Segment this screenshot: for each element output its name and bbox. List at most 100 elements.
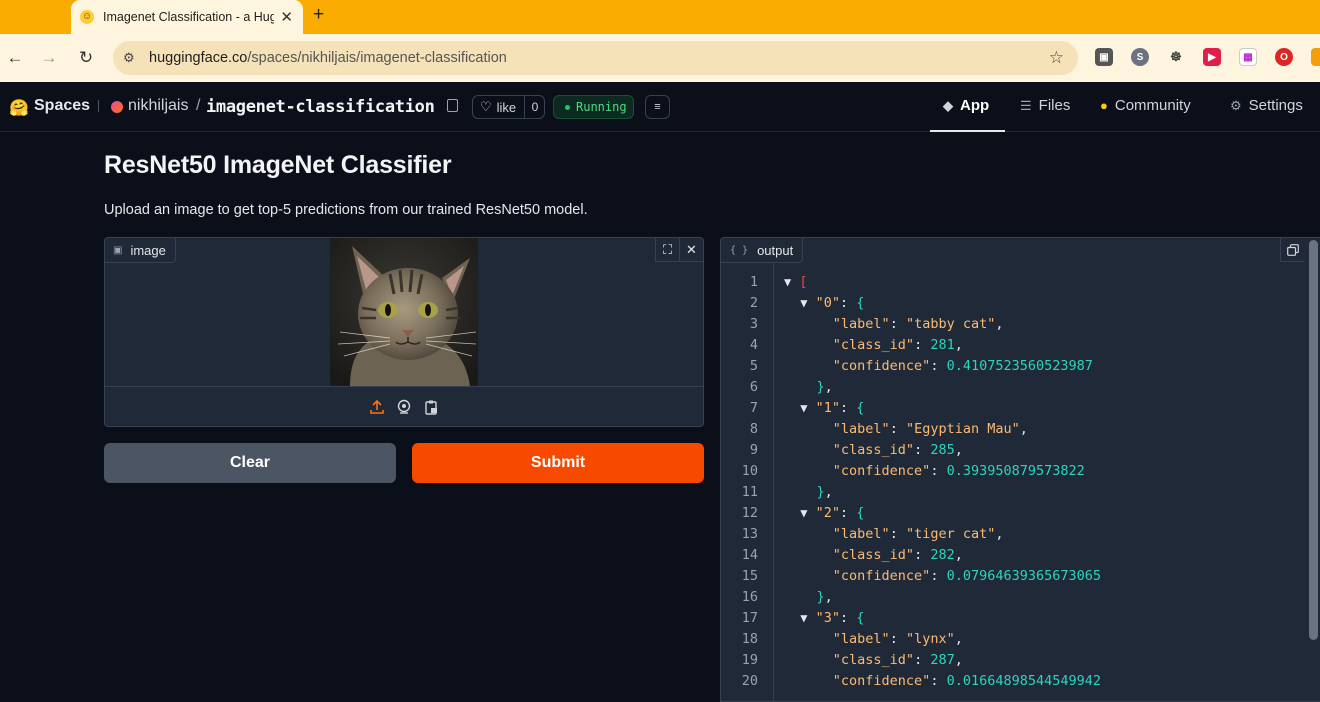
clipboard-paste-icon[interactable] — [422, 398, 440, 416]
spaces-header: 🤗 Spaces nikhiljais / imagenet-classific… — [0, 82, 1320, 132]
app-cube-icon: ◆ — [943, 97, 953, 113]
code-line: 13 "label": "tiger cat", — [741, 526, 1004, 542]
code-line: 5 "confidence": 0.4107523560523987 — [749, 358, 1093, 374]
code-line: 11 }, — [741, 484, 833, 500]
tab-community-label: Community — [1114, 97, 1191, 114]
output-panel-label: { } output — [721, 238, 804, 263]
copy-output-icon[interactable] — [1280, 238, 1304, 262]
collapse-toggle-icon[interactable]: ▼ — [800, 611, 807, 625]
code-line: 14 "class_id": 282, — [741, 547, 963, 563]
code-line: 7 ▼ "1": { — [749, 400, 865, 416]
copy-repo-name-icon[interactable] — [447, 99, 458, 112]
image-toolbar: ⛶ ✕ — [655, 238, 703, 262]
code-line: 16 }, — [741, 589, 833, 605]
clear-image-close-icon[interactable]: ✕ — [679, 238, 703, 262]
heart-icon: ♡ — [480, 99, 492, 114]
like-button[interactable]: ♡ like 0 — [472, 95, 545, 119]
owner-avatar — [111, 101, 123, 113]
code-line: 4 "class_id": 281, — [749, 337, 963, 353]
code-line: 19 "class_id": 287, — [741, 652, 963, 668]
output-label-text: output — [757, 242, 794, 258]
image-label-text: image — [130, 242, 166, 258]
repo-name-link[interactable]: imagenet-classification — [206, 97, 435, 117]
bookmark-star-icon[interactable]: ☆ — [1049, 48, 1064, 68]
browser-tab[interactable]: ☺ Imagenet Classification - a Hugging Fa… — [71, 0, 303, 34]
address-bar[interactable]: ⚙ huggingface.co/spaces/nikhiljais/image… — [113, 41, 1078, 75]
url-text: huggingface.co/spaces/nikhiljais/imagene… — [149, 50, 507, 66]
hugging-face-favicon-icon: ☺ — [80, 10, 94, 24]
code-line: 10 "confidence": 0.393950879573822 — [741, 463, 1085, 479]
tab-files-label: Files — [1038, 97, 1071, 114]
extension-icon-1[interactable]: ▣ — [1095, 48, 1113, 66]
webcam-icon[interactable] — [395, 398, 413, 416]
extension-icon-6[interactable]: O — [1275, 48, 1293, 66]
output-panel: { } output 1 ▼ [ 2 ▼ "0": { 3 "label": "t… — [720, 237, 1320, 702]
image-icon: ▣ — [113, 244, 123, 256]
like-count: 0 — [524, 96, 545, 118]
divider — [98, 100, 99, 112]
hugging-face-logo-icon[interactable]: 🤗 — [9, 98, 29, 118]
uploaded-cat-image — [330, 238, 478, 386]
tab-app[interactable]: ◆ App — [943, 97, 989, 114]
tab-settings[interactable]: ⚙ Settings — [1230, 97, 1303, 114]
extension-icon-7[interactable] — [1311, 48, 1320, 66]
page-description: Upload an image to get top-5 predictions… — [104, 202, 588, 218]
collapse-toggle-icon[interactable]: ▼ — [800, 296, 807, 310]
json-output: 1 ▼ [ 2 ▼ "0": { 3 "label": "tabby cat", … — [721, 272, 1301, 692]
files-icon: ☰ — [1020, 97, 1032, 113]
extension-calendar-icon[interactable]: ▦ — [1239, 48, 1257, 66]
community-icon: ● — [1100, 98, 1108, 113]
tab-close-icon[interactable]: ✕ — [280, 8, 293, 26]
code-line: 20 "confidence": 0.01664898544549942 — [741, 673, 1102, 689]
extension-icon-2[interactable]: S — [1131, 48, 1149, 66]
image-preview-area[interactable] — [105, 238, 703, 386]
collapse-toggle-icon[interactable]: ▼ — [800, 401, 807, 415]
code-braces-icon: { } — [730, 244, 749, 256]
image-input-panel: ▣ image ⛶ ✕ — [104, 237, 704, 427]
space-menu-icon[interactable]: ≡ — [645, 95, 670, 119]
spaces-link[interactable]: Spaces — [34, 97, 90, 115]
forward-icon[interactable]: → — [37, 46, 61, 70]
code-line: 1 ▼ [ — [749, 274, 808, 290]
active-tab-underline — [930, 130, 1005, 132]
browser-tab-strip: ☺ Imagenet Classification - a Hugging Fa… — [0, 0, 1320, 34]
code-line: 3 "label": "tabby cat", — [749, 316, 1004, 332]
fullscreen-icon[interactable]: ⛶ — [655, 238, 679, 262]
browser-toolbar: ← → ↻ ⚙ huggingface.co/spaces/nikhiljais… — [0, 34, 1320, 82]
code-line: 9 "class_id": 285, — [749, 442, 963, 458]
code-line: 2 ▼ "0": { — [749, 295, 865, 311]
status-text: Running — [576, 100, 627, 114]
tab-files[interactable]: ☰ Files — [1020, 97, 1070, 114]
url-host: huggingface.co — [149, 50, 248, 66]
status-dot-icon — [565, 104, 570, 110]
upload-icon[interactable] — [368, 398, 386, 416]
code-line: 17 ▼ "3": { — [741, 610, 865, 626]
new-tab-icon[interactable]: + — [313, 4, 324, 26]
back-icon[interactable]: ← — [3, 46, 27, 70]
collapse-toggle-icon[interactable]: ▼ — [784, 275, 791, 289]
collapse-toggle-icon[interactable]: ▼ — [800, 506, 807, 520]
output-scrollbar[interactable] — [1309, 240, 1318, 640]
site-info-icon[interactable]: ⚙ — [123, 50, 139, 66]
app-content: ResNet50 ImageNet Classifier Upload an i… — [0, 133, 1320, 702]
tab-settings-label: Settings — [1248, 97, 1303, 114]
extension-icon-3[interactable]: ☸ — [1167, 48, 1185, 66]
page-title: ResNet50 ImageNet Classifier — [104, 151, 452, 179]
path-separator: / — [196, 97, 201, 114]
extension-icon-4[interactable]: ▶ — [1203, 48, 1221, 66]
like-label: like — [496, 99, 517, 115]
clear-button[interactable]: Clear — [104, 443, 396, 483]
tab-title: Imagenet Classification - a Hugging Face… — [103, 10, 275, 24]
code-line: 6 }, — [749, 379, 833, 395]
code-line: 8 "label": "Egyptian Mau", — [749, 421, 1028, 437]
reload-icon[interactable]: ↻ — [74, 46, 98, 70]
submit-button[interactable]: Submit — [412, 443, 704, 483]
code-line: 15 "confidence": 0.07964639365673065 — [741, 568, 1102, 584]
status-badge[interactable]: Running — [553, 95, 634, 119]
code-line: 18 "label": "lynx", — [741, 631, 963, 647]
code-line: 12 ▼ "2": { — [741, 505, 865, 521]
owner-link[interactable]: nikhiljais — [128, 97, 188, 115]
tab-app-label: App — [960, 97, 990, 114]
tab-community[interactable]: ● Community — [1100, 97, 1191, 114]
image-panel-label: ▣ image — [105, 238, 176, 263]
